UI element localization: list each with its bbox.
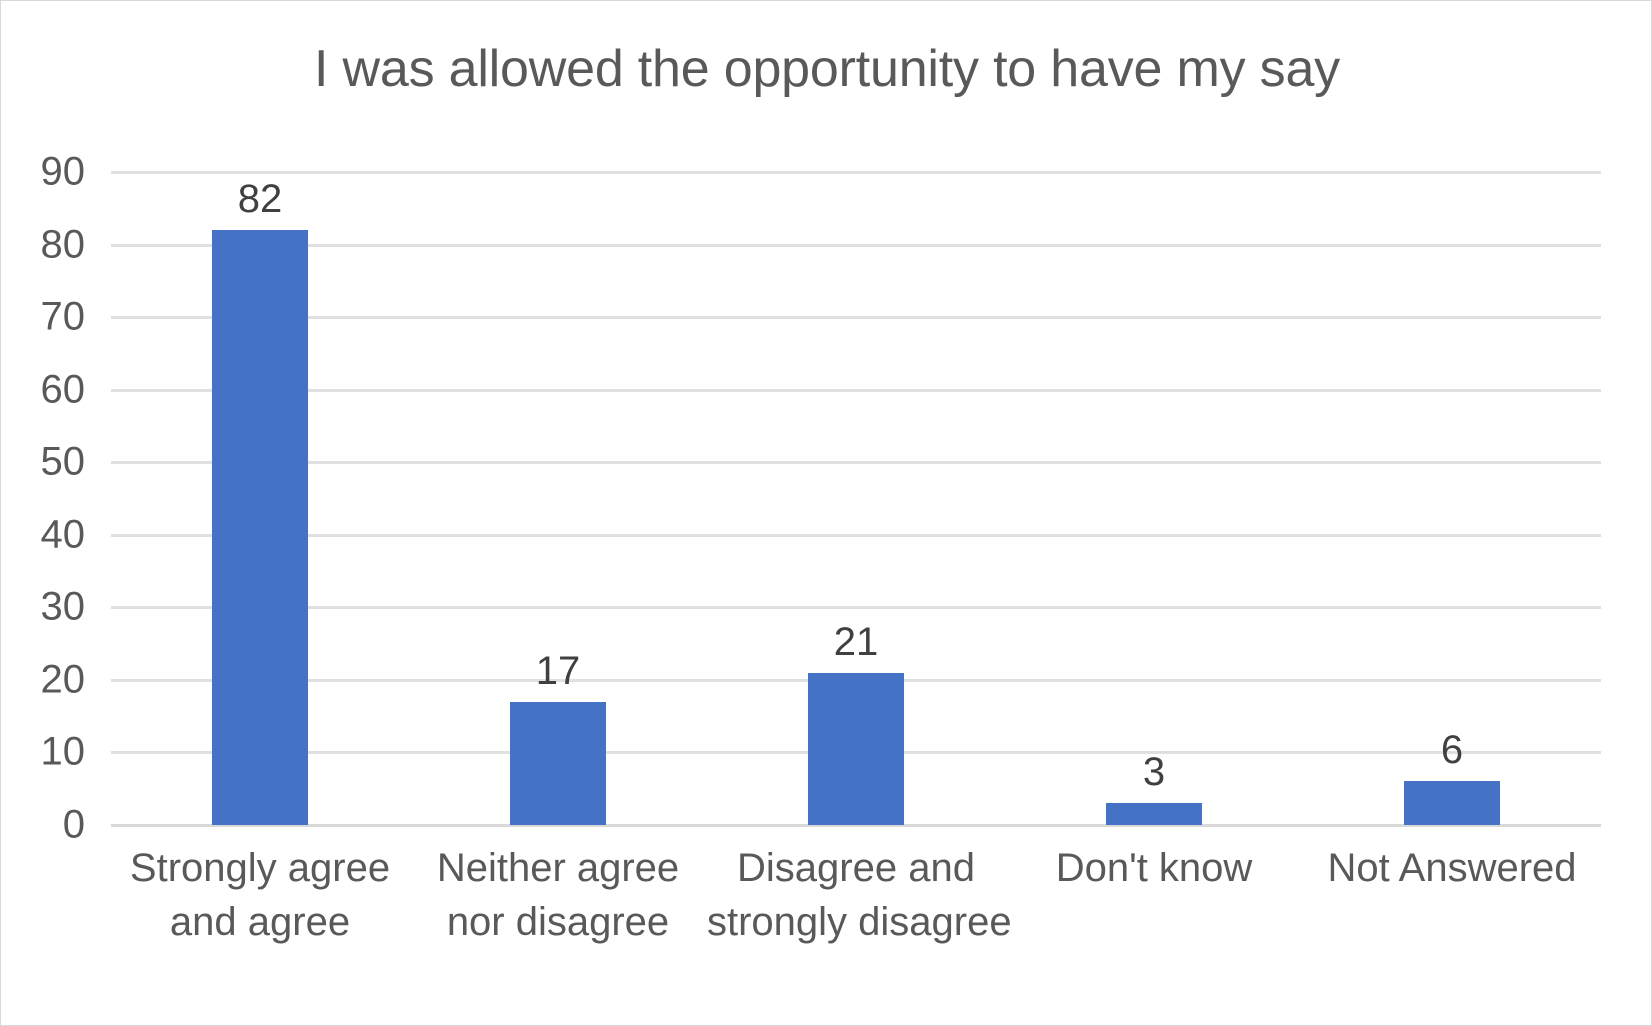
bar-value-label: 82 <box>237 177 283 222</box>
chart-title: I was allowed the opportunity to have my… <box>314 40 1340 98</box>
bar-group: 6 <box>1303 172 1601 825</box>
bar-group: 3 <box>1005 172 1303 825</box>
x-axis-category-line: and agree <box>169 900 351 944</box>
x-axis-category-line: Don't know <box>1055 846 1253 890</box>
x-axis-category-line: Strongly agree <box>129 846 391 890</box>
x-axis-category-label: Not Answered <box>1303 841 1601 895</box>
y-axis-tick-label: 90 <box>40 149 86 194</box>
bar-value-label: 17 <box>535 648 581 693</box>
y-axis-tick-label: 10 <box>40 729 86 774</box>
x-axis-category-line: strongly disagree <box>707 900 1012 944</box>
y-axis-tick-label: 70 <box>40 294 86 339</box>
x-axis-category-line: Neither agree <box>436 846 680 890</box>
bar-group: 17 <box>409 172 707 825</box>
y-axis-tick-label: 0 <box>62 802 85 847</box>
x-axis-category-line: Not Answered <box>1327 846 1577 890</box>
x-axis-category-line: nor disagree <box>446 900 670 944</box>
x-axis-category-label: Strongly agree and agree <box>111 841 409 949</box>
y-axis-tick-label: 50 <box>40 439 86 484</box>
bar[interactable] <box>1106 803 1202 825</box>
x-axis-category-label: Don't know <box>1005 841 1303 895</box>
x-axis-category-label: Disagree and strongly disagree <box>707 841 1012 949</box>
y-axis-tick-label: 30 <box>40 584 86 629</box>
y-axis-tick-label: 20 <box>40 657 86 702</box>
bar-value-label: 3 <box>1142 750 1166 795</box>
bar[interactable] <box>212 230 308 825</box>
y-axis: 0 10 20 30 40 50 60 70 80 90 <box>1 1 111 1025</box>
y-axis-tick-label: 40 <box>40 512 86 557</box>
bar-group: 21 <box>707 172 1005 825</box>
bar-group: 82 <box>111 172 409 825</box>
y-axis-tick-label: 80 <box>40 222 86 267</box>
bar-series: 82 17 21 3 6 <box>111 172 1601 825</box>
x-axis: Strongly agree and agree Neither agree nor … <box>111 841 1601 1011</box>
y-axis-tick-label: 60 <box>40 367 86 412</box>
x-axis-category-label: Neither agree nor disagree <box>409 841 707 949</box>
bar-value-label: 21 <box>833 619 879 664</box>
x-axis-category-line: Disagree and <box>737 846 975 890</box>
bar[interactable] <box>510 701 606 825</box>
bar[interactable] <box>808 672 904 825</box>
bar-value-label: 6 <box>1440 728 1464 773</box>
bar[interactable] <box>1404 781 1500 825</box>
chart-container: I was allowed the opportunity to have my… <box>0 0 1652 1026</box>
